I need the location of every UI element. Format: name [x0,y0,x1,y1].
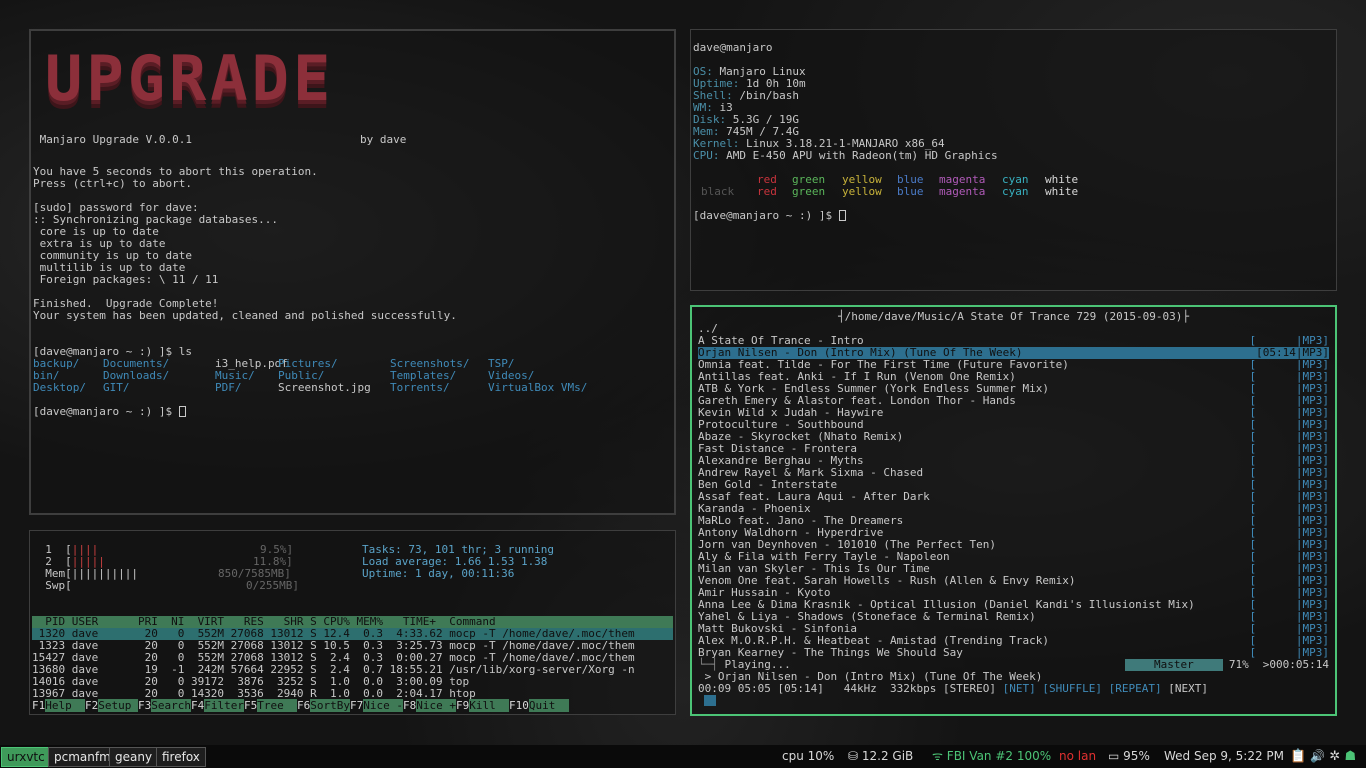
wifi-icon: ᯤ [932,749,943,763]
color-swatch-label: white [1045,185,1079,198]
playlist-path: ┤/home/dave/Music/A State Of Trance 729 … [837,310,1189,323]
banner-title: Manjaro Upgrade V.0.0.1 [33,133,192,146]
volume-value: 71% [1228,658,1249,671]
workspace-pcmanfm[interactable]: pcmanfm [48,747,117,767]
shell-prompt[interactable]: [dave@manjaro ~ :) ]$ [33,406,672,418]
clock: Wed Sep 9, 5:22 PM [1164,749,1285,763]
function-key-bar: F1Help F2Setup F3SearchF4FilterF5Tree F6… [32,699,673,712]
uptime-line: Uptime: 1 day, 00:11:36 [362,567,515,580]
workspace-geany[interactable]: geany [109,747,159,767]
fkey-label: F10 [509,699,529,712]
fkey-label: F3 [138,699,152,712]
total-time: >000:05:14 [1262,658,1329,671]
ls-entry[interactable]: VirtualBox VMs/ [488,382,587,394]
i3-status-bar: urxvtc pcmanfm geany firefox cpu 10% ⛁ 1… [0,745,1366,768]
clipboard-icon[interactable]: 📋 [1290,749,1306,764]
fkey-action[interactable]: Tree [257,699,297,712]
player-flag: [SHUFFLE] [1042,682,1102,695]
fkey-label: F8 [403,699,417,712]
sysinfo-value: AMD E-450 APU with Radeon(tm) HD Graphic… [719,149,998,162]
prompt-text: [dave@manjaro ~ :) ]$ [33,405,179,418]
upgrade-banner: Manjaro Upgrade V.0.0.1 by dave [33,130,672,154]
fkey-label: F1 [32,699,46,712]
battery-icon: ▭ [1108,749,1120,763]
color-palette-row-2: black red green yellow blue magenta cyan white [693,186,1334,198]
sysinfo-terminal-window[interactable]: dave@manjaro OS: Manjaro Linux Uptime: 1d… [690,29,1337,291]
upgrade-terminal-window[interactable]: UPGRADE Manjaro Upgrade V.0.0.1 by dave Y… [29,29,676,515]
color-swatch-label: red [757,185,777,198]
color-swatch-label: black [701,185,735,198]
ls-entry[interactable]: GIT/ [103,382,130,394]
fkey-label: F9 [456,699,470,712]
fkey-action[interactable]: Setup [98,699,138,712]
sysinfo-label: CPU: [693,149,720,162]
output-line: Your system has been updated, cleaned an… [33,309,457,322]
workspace-firefox[interactable]: firefox [156,747,206,767]
sysinfo-row: Shell: /bin/bash [693,90,1334,102]
lan-status: no lan [1059,749,1097,763]
process-table: 1320 dave 20 0 552M 27068 13012 S 12.4 0… [32,628,673,700]
fkey-action[interactable]: Help [45,699,85,712]
ls-entry[interactable]: Torrents/ [390,382,450,394]
fkey-action[interactable]: Kill [469,699,509,712]
ls-output: backup/Documents/i3_help.pdf Pictures/Scr… [33,358,672,394]
upgrade-ascii-logo: UPGRADE [45,42,335,115]
ls-row: Desktop/GIT/PDF/Screenshot.jpg Torrents/V… [33,382,672,394]
htop-meters: 1 [|||| 9.5%] 2 [||||| 11.8%] Mem[||||||||… [32,544,328,592]
text-cursor [838,210,846,221]
disk-status: ⛁ 12.2 GiB [848,749,914,763]
wifi-status: ᯤ FBI Van #2 100% [932,749,1052,763]
battery-status: ▭ 95% [1108,749,1150,763]
fkey-action[interactable]: Nice + [416,699,456,712]
progress-bar[interactable] [698,695,1329,707]
fkey-action[interactable]: Quit [528,699,569,712]
fkey-label: F7 [350,699,364,712]
fkey-label: F5 [244,699,258,712]
cpu-status: cpu 10% [782,749,835,763]
ls-entry[interactable]: Desktop/ [33,382,86,394]
playlist: A State Of Trance - Intro[ |MP3] Orjan Ni… [698,335,1329,659]
color-swatch-label: cyan [1002,185,1029,198]
ls-entry[interactable]: Screenshot.jpg [278,382,371,394]
sysinfo-value: /bin/bash [732,89,799,102]
info-shell-prompt[interactable]: [dave@manjaro ~ :) ]$ [693,210,1334,222]
output-line: Press (ctrl+c) to abort. [33,177,192,190]
fkey-label: F2 [85,699,99,712]
player-flag: [NEXT] [1168,682,1208,695]
android-icon[interactable]: ☗ [1344,749,1356,764]
player-flag: [NET] [1002,682,1036,695]
ls-entry[interactable]: PDF/ [215,382,242,394]
upgrade-output: You have 5 seconds to abort this operati… [33,166,672,346]
color-swatch-label: blue [897,185,924,198]
sysinfo-user: dave@manjaro [693,41,773,54]
fkey-label: F4 [191,699,205,712]
gear-icon[interactable]: ✲ [1329,749,1340,764]
sysinfo-row: CPU: AMD E-450 APU with Radeon(tm) HD Gr… [693,150,1334,162]
color-swatch-label: magenta [939,185,986,198]
volume-icon[interactable]: 🔊 [1310,749,1325,763]
sysinfo-rows: OS: Manjaro Linux Uptime: 1d 0h 10m Shell:… [693,66,1334,162]
color-swatch-label: yellow [842,185,882,198]
prompt-text: [dave@manjaro ~ :) ]$ [693,209,839,222]
disk-icon: ⛁ [848,749,859,763]
fkey-action[interactable]: SortBy [310,699,350,712]
player-flag: [REPEAT] [1108,682,1162,695]
fkey-label: F6 [297,699,311,712]
banner-author: by dave [359,133,407,146]
workspace-urxvtc[interactable]: urxvtc [1,747,51,767]
text-cursor [178,406,186,417]
color-swatch-label: green [792,185,826,198]
tray-icons[interactable]: 📋 🔊 ✲ ☗ [1290,748,1356,765]
fkey-action[interactable]: Search [151,699,191,712]
fkey-action[interactable]: Nice - [363,699,403,712]
mixer-name[interactable]: Master [1124,659,1223,671]
htop-window[interactable]: 1 [|||| 9.5%] 2 [||||| 11.8%] Mem[||||||||… [29,530,676,715]
output-line: Foreign packages: \ 11 / 11 [33,273,219,286]
htop-summary: Tasks: 73, 101 thr; 3 running Load avera… [328,544,554,592]
playback-info: 00:09 05:05 [05:14] 44kHz 332kbps [STERE… [698,682,1208,695]
moc-player-window[interactable]: ┤/home/dave/Music/A State Of Trance 729 … [690,305,1337,716]
swap-meter: Swp[0/255MB] [32,579,299,592]
fkey-action[interactable]: Filter [204,699,244,712]
